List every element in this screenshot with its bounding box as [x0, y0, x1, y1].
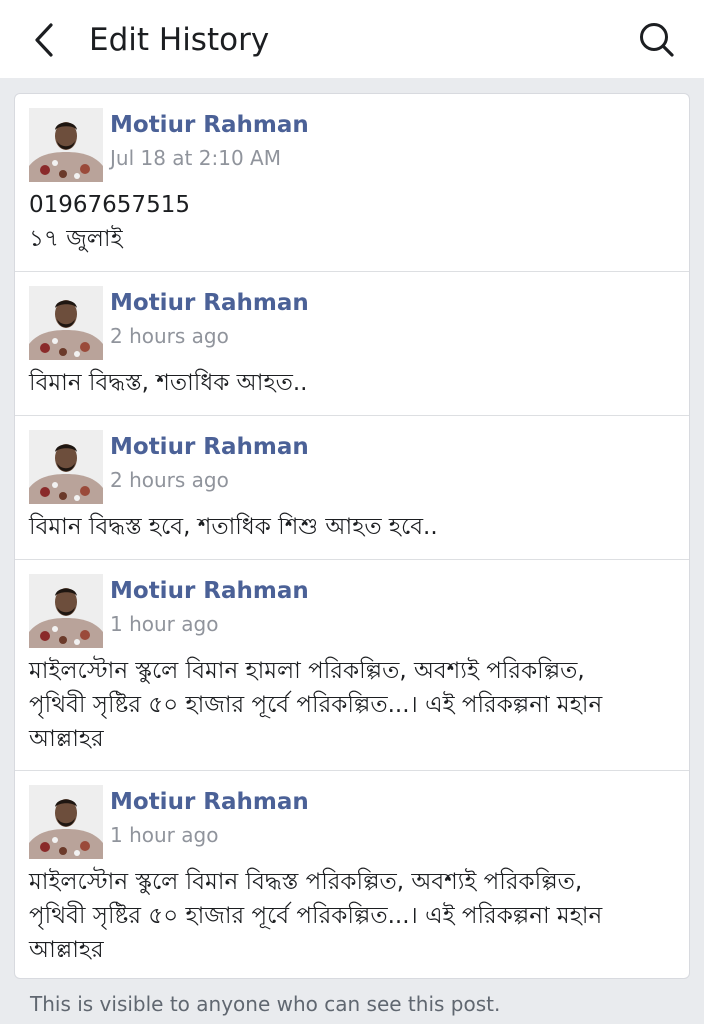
avatar[interactable] — [29, 286, 103, 360]
author-name[interactable]: Motiur Rahman — [110, 789, 309, 815]
post-text-line: পৃথিবী সৃষ্টির ৫০ হাজার পূর্বে পরিকল্পিত… — [29, 692, 603, 718]
post-text: বিমান বিদ্ধস্ত, শতাধিক আহত.. — [29, 366, 679, 400]
app-header: Edit History — [0, 0, 704, 78]
search-icon — [640, 23, 674, 57]
post-text-line: আল্লাহর — [29, 726, 104, 752]
edit-history-list: Motiur Rahman Jul 18 at 2:10 AM 01967657… — [14, 93, 690, 979]
page-title: Edit History — [89, 22, 270, 58]
avatar[interactable] — [29, 574, 103, 648]
author-name[interactable]: Motiur Rahman — [110, 290, 309, 316]
post-text-line: বিমান বিদ্ধস্ত হবে, শতাধিক শিশু আহত হবে.… — [29, 514, 438, 540]
post-text-line: আল্লাহর — [29, 937, 104, 963]
list-item: Motiur Rahman 1 hour ago মাইলস্টোন স্কুল… — [15, 559, 689, 770]
timestamp[interactable]: Jul 18 at 2:10 AM — [110, 146, 281, 170]
list-item: Motiur Rahman 2 hours ago বিমান বিদ্ধস্ত… — [15, 271, 689, 415]
author-name[interactable]: Motiur Rahman — [110, 578, 309, 604]
timestamp[interactable]: 1 hour ago — [110, 823, 218, 847]
post-text-line: 01967657515 — [29, 192, 190, 218]
search-button[interactable] — [632, 16, 682, 64]
post-text: মাইলস্টোন স্কুলে বিমান বিদ্ধস্ত পরিকল্পি… — [29, 865, 679, 967]
post-text: বিমান বিদ্ধস্ত হবে, শতাধিক শিশু আহত হবে.… — [29, 510, 679, 544]
timestamp[interactable]: 1 hour ago — [110, 612, 218, 636]
author-name[interactable]: Motiur Rahman — [110, 112, 309, 138]
post-text-line: মাইলস্টোন স্কুলে বিমান বিদ্ধস্ত পরিকল্পি… — [29, 869, 583, 895]
list-item: Motiur Rahman 1 hour ago মাইলস্টোন স্কুল… — [15, 770, 689, 978]
chevron-left-icon — [35, 23, 53, 57]
back-button[interactable] — [22, 18, 66, 62]
post-text: মাইলস্টোন স্কুলে বিমান হামলা পরিকল্পিত, … — [29, 654, 679, 756]
avatar[interactable] — [29, 785, 103, 859]
timestamp[interactable]: 2 hours ago — [110, 468, 229, 492]
avatar[interactable] — [29, 108, 103, 182]
post-text-line: ১৭ জুলাই — [29, 226, 123, 252]
post-text: 01967657515 ১৭ জুলাই — [29, 188, 679, 256]
post-text-line: মাইলস্টোন স্কুলে বিমান হামলা পরিকল্পিত, … — [29, 658, 585, 684]
author-name[interactable]: Motiur Rahman — [110, 434, 309, 460]
post-text-line: পৃথিবী সৃষ্টির ৫০ হাজার পূর্বে পরিকল্পিত… — [29, 903, 603, 929]
visibility-note: This is visible to anyone who can see th… — [30, 992, 501, 1016]
avatar[interactable] — [29, 430, 103, 504]
list-item: Motiur Rahman Jul 18 at 2:10 AM 01967657… — [15, 94, 689, 272]
list-item: Motiur Rahman 2 hours ago বিমান বিদ্ধস্ত… — [15, 415, 689, 559]
timestamp[interactable]: 2 hours ago — [110, 324, 229, 348]
post-text-line: বিমান বিদ্ধস্ত, শতাধিক আহত.. — [29, 370, 308, 396]
